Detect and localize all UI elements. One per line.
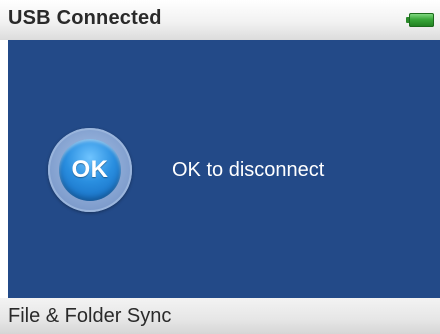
sync-mode-label: File & Folder Sync <box>8 305 172 327</box>
device-screen: USB Connected OK OK to disconnect File &… <box>0 0 440 334</box>
ok-button-label: OK <box>59 139 121 201</box>
battery-body <box>409 13 434 27</box>
main-panel: OK OK to disconnect <box>8 40 440 298</box>
page-title: USB Connected <box>8 7 162 29</box>
status-message: OK to disconnect <box>172 159 325 181</box>
battery-icon <box>406 13 434 27</box>
ok-button[interactable]: OK <box>48 128 132 212</box>
footer-bar: File & Folder Sync <box>0 298 440 334</box>
status-bar: USB Connected <box>0 0 440 40</box>
